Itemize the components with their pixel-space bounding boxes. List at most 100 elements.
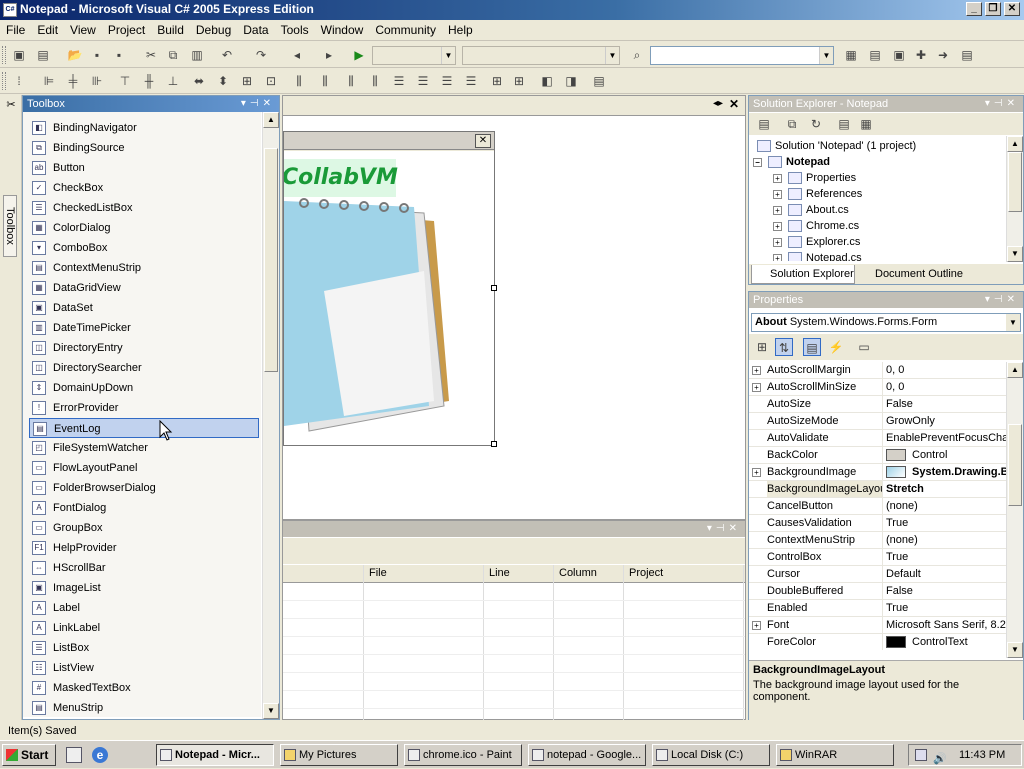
menu-project[interactable]: Project <box>102 20 151 40</box>
toolbox-item-checkedlistbox[interactable]: ☰ CheckedListBox <box>29 198 259 218</box>
cut-icon[interactable]: ✂ <box>142 46 160 64</box>
toolbox-item-errorprovider[interactable]: ! ErrorProvider <box>29 398 259 418</box>
toolbox-item-directorysearcher[interactable]: ◫ DirectorySearcher <box>29 358 259 378</box>
toolbox-item-combobox[interactable]: ▾ ComboBox <box>29 238 259 258</box>
toolbox-item-checkbox[interactable]: ✓ CheckBox <box>29 178 259 198</box>
center-horizontally-icon[interactable]: ⊞ <box>488 72 506 90</box>
taskbar-notepad-vs[interactable]: Notepad - Micr... <box>156 744 274 766</box>
property-value[interactable]: ControlText <box>886 634 1009 650</box>
close-icon[interactable]: ✕ <box>1007 294 1019 305</box>
property-value[interactable]: System.Drawing.Bitmap <box>886 464 1009 480</box>
pin-icon[interactable]: ⊣ <box>716 523 729 534</box>
toolbox-item-folderbrowserdialog[interactable]: ▭ FolderBrowserDialog <box>29 478 259 498</box>
toolbox-item-fontdialog[interactable]: A FontDialog <box>29 498 259 518</box>
property-row[interactable]: + Font Microsoft Sans Serif, 8.25pt <box>749 617 1009 634</box>
scroll-thumb[interactable] <box>1008 424 1022 506</box>
property-value[interactable]: True <box>886 515 1009 531</box>
toolbox-item-contextmenustrip[interactable]: ▤ ContextMenuStrip <box>29 258 259 278</box>
tree-project[interactable]: − Notepad <box>753 154 830 170</box>
dropdown-icon[interactable]: ▾ <box>985 294 994 305</box>
properties-icon[interactable]: ▤ <box>755 115 773 133</box>
config-combo[interactable]: ▼ <box>372 46 456 65</box>
about-form[interactable]: ✕ CollabVM <box>283 131 497 447</box>
toolbox-item-label[interactable]: A Label <box>29 598 259 618</box>
tab-order-icon[interactable]: ▤ <box>590 72 608 90</box>
toolbox-item-menustrip[interactable]: ▤ MenuStrip <box>29 698 259 717</box>
view-designer-icon[interactable]: ▦ <box>857 115 875 133</box>
tree-item-about[interactable]: + About.cs <box>773 202 849 218</box>
toolbox-item-flowlayoutpanel[interactable]: ▭ FlowLayoutPanel <box>29 458 259 478</box>
show-all-files-icon[interactable]: ⧉ <box>783 115 801 133</box>
taskbar-google[interactable]: notepad - Google... <box>528 744 646 766</box>
align-lefts-icon[interactable]: ⊫ <box>40 72 58 90</box>
property-row[interactable]: CancelButton (none) <box>749 498 1009 515</box>
menu-data[interactable]: Data <box>237 20 274 40</box>
menu-file[interactable]: File <box>0 20 31 40</box>
property-value[interactable]: True <box>886 549 1009 565</box>
solution-scrollbar[interactable]: ▲ ▼ <box>1006 136 1023 262</box>
make-same-width-icon[interactable]: ⬌ <box>190 72 208 90</box>
scroll-down-icon[interactable]: ▼ <box>263 703 279 719</box>
property-row[interactable]: AutoSize False <box>749 396 1009 413</box>
properties-scrollbar[interactable]: ▲ ▼ <box>1006 362 1023 658</box>
tree-item-explorer[interactable]: + Explorer.cs <box>773 234 860 250</box>
menu-view[interactable]: View <box>64 20 102 40</box>
properties-view-icon[interactable]: ▤ <box>803 338 821 356</box>
toolbox-side-tab[interactable]: ✂ Toolbox <box>0 95 22 720</box>
resize-handle-corner[interactable] <box>491 441 497 447</box>
property-value[interactable]: (none) <box>886 532 1009 548</box>
decrease-spacing-icon[interactable]: ⫼ <box>342 72 360 90</box>
toolbox-item-colordialog[interactable]: ▦ ColorDialog <box>29 218 259 238</box>
bring-to-front-icon[interactable]: ◧ <box>538 72 556 90</box>
taskbar-my-pictures[interactable]: My Pictures <box>280 744 398 766</box>
new-project-icon[interactable]: ▣ <box>10 46 28 64</box>
add-item-icon[interactable]: ▤ <box>34 46 52 64</box>
menu-debug[interactable]: Debug <box>190 20 237 40</box>
find-in-files-icon[interactable]: ⌕ <box>628 46 646 64</box>
save-icon[interactable]: ▪ <box>88 46 106 64</box>
undo-icon[interactable]: ↶ <box>218 46 236 64</box>
menu-build[interactable]: Build <box>151 20 190 40</box>
align-rights-icon[interactable]: ⊪ <box>88 72 106 90</box>
property-row[interactable]: + AutoScrollMinSize 0, 0 <box>749 379 1009 396</box>
taskbar-winrar[interactable]: WinRAR <box>776 744 894 766</box>
decrease-vspacing-icon[interactable]: ☰ <box>438 72 456 90</box>
close-icon[interactable]: ✕ <box>263 98 275 109</box>
size-to-grid-icon[interactable]: ⊞ <box>238 72 256 90</box>
chevron-down-icon[interactable]: ▼ <box>1006 314 1020 331</box>
doc-close-icon[interactable]: ✕ <box>729 97 739 111</box>
toolbox-item-helpprovider[interactable]: F1 HelpProvider <box>29 538 259 558</box>
view-code-icon[interactable]: ▤ <box>835 115 853 133</box>
tree-item-chrome[interactable]: + Chrome.cs <box>773 218 859 234</box>
col-column[interactable]: Column <box>559 567 597 579</box>
pin-icon[interactable]: ⊣ <box>250 98 263 109</box>
toolbox-scrollbar[interactable]: ▲ ▼ <box>262 112 279 719</box>
property-row[interactable]: BackColor Control <box>749 447 1009 464</box>
open-file-icon[interactable]: 📂 <box>66 46 84 64</box>
align-tops-icon[interactable]: ⊤ <box>116 72 134 90</box>
menu-edit[interactable]: Edit <box>31 20 64 40</box>
internet-explorer-icon[interactable]: e <box>92 747 108 763</box>
copy-icon[interactable]: ⧉ <box>164 46 182 64</box>
property-row[interactable]: CausesValidation True <box>749 515 1009 532</box>
vertical-spacing-icon[interactable]: ☰ <box>390 72 408 90</box>
increase-vspacing-icon[interactable]: ☰ <box>414 72 432 90</box>
toolbox-item-domainupdown[interactable]: ⇕ DomainUpDown <box>29 378 259 398</box>
toolbox-tab-label[interactable]: Toolbox <box>3 195 17 257</box>
property-row[interactable]: + AutoScrollMargin 0, 0 <box>749 362 1009 379</box>
scroll-up-icon[interactable]: ▲ <box>1007 136 1023 152</box>
object-browser-icon[interactable]: ▣ <box>890 46 908 64</box>
pin-icon[interactable]: ⊣ <box>994 294 1007 305</box>
close-button[interactable]: ✕ <box>1004 2 1020 16</box>
toolbox-item-eventlog[interactable]: ▤ EventLog <box>29 418 259 438</box>
toolbox-item-maskedtextbox[interactable]: # MaskedTextBox <box>29 678 259 698</box>
show-desktop-icon[interactable] <box>66 747 82 763</box>
start-button[interactable]: Start <box>2 744 56 766</box>
property-row[interactable]: Enabled True <box>749 600 1009 617</box>
toolbox-item-imagelist[interactable]: ▣ ImageList <box>29 578 259 598</box>
nav-forward-icon[interactable]: ▸ <box>320 46 338 64</box>
toolbox-icon[interactable]: ✚ <box>912 46 930 64</box>
dropdown-icon[interactable]: ▾ <box>707 523 716 534</box>
scroll-down-icon[interactable]: ▼ <box>1007 246 1023 262</box>
property-row[interactable]: + BackgroundImageSystem.Drawing.Bitmap <box>749 464 1009 481</box>
